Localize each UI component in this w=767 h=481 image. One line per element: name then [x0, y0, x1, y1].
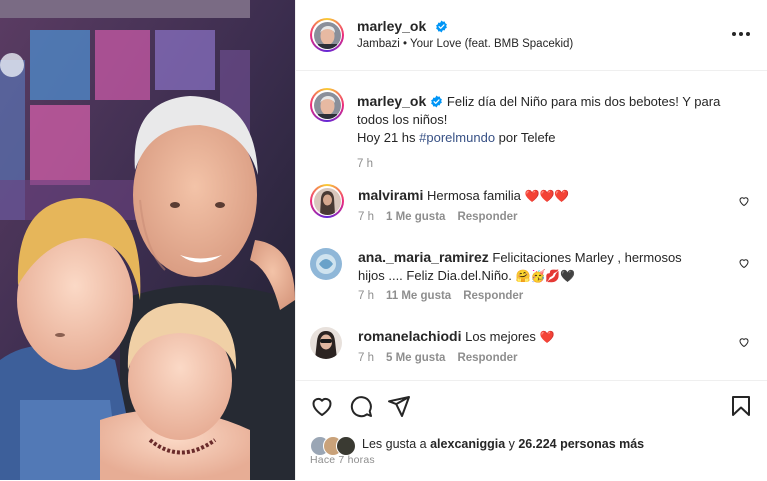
comment-icon[interactable]	[349, 394, 373, 418]
reply-button[interactable]: Responder	[457, 352, 517, 364]
post-image	[0, 0, 295, 480]
post-timestamp[interactable]: Hace 7 horas	[310, 454, 375, 466]
caption-line2-suffix: por Telefe	[495, 130, 556, 145]
heart-icon[interactable]	[738, 336, 750, 348]
comment-meta: 7 h 1 Me gusta Responder	[358, 211, 530, 223]
caption-username[interactable]: marley_ok	[357, 93, 426, 109]
save-icon[interactable]	[729, 394, 753, 418]
caption-line2-prefix: Hoy 21 hs	[357, 130, 420, 145]
likes-count[interactable]: 26.224 personas más	[518, 437, 644, 451]
heart-icon[interactable]	[738, 195, 750, 207]
comment-emoji: ❤️❤️❤️	[524, 189, 570, 203]
post-header: marley_ok Jambazi • Your Love (feat. BMB…	[296, 0, 767, 71]
commenter-avatar[interactable]	[310, 327, 342, 359]
comment-item: ana._maria_ramirez Felicitaciones Marley…	[310, 248, 750, 308]
comment-likes[interactable]: 5 Me gusta	[386, 352, 445, 364]
more-options-icon[interactable]	[729, 24, 753, 44]
heart-icon[interactable]	[310, 394, 334, 418]
author-avatar[interactable]	[310, 18, 344, 52]
reply-button[interactable]: Responder	[457, 211, 517, 223]
author-username[interactable]: marley_ok	[357, 18, 426, 34]
comment-username[interactable]: malvirami	[358, 187, 423, 203]
reply-button[interactable]: Responder	[463, 290, 523, 302]
comment-time[interactable]: 7 h	[358, 290, 374, 302]
likes-prefix: Les gusta a	[362, 437, 431, 451]
likes-user[interactable]: alexcaniggia	[430, 437, 505, 451]
comment-meta: 7 h 5 Me gusta Responder	[358, 352, 530, 364]
share-icon[interactable]	[387, 394, 411, 418]
caption-time[interactable]: 7 h	[357, 155, 742, 173]
comment-emoji: 🤗🥳💋🖤	[515, 269, 576, 283]
comment-item: romanelachiodi Los mejores ❤️ 7 h 5 Me gu…	[310, 327, 750, 369]
post-photo[interactable]	[0, 0, 295, 480]
caption-author-avatar[interactable]	[310, 88, 344, 122]
liker-avatars	[310, 435, 360, 456]
commenter-avatar[interactable]	[310, 184, 344, 218]
comment-time[interactable]: 7 h	[358, 352, 374, 364]
comment-emoji: ❤️	[539, 330, 555, 344]
post-actions: Les gusta a alexcaniggia y 26.224 person…	[296, 380, 767, 481]
heart-icon[interactable]	[738, 257, 750, 269]
caption-hashtag[interactable]: #porelmundo	[419, 130, 495, 145]
comment-meta: 7 h 11 Me gusta Responder	[358, 290, 535, 302]
comment-likes[interactable]: 1 Me gusta	[386, 211, 445, 223]
comment-likes[interactable]: 11 Me gusta	[386, 290, 451, 302]
verified-icon	[431, 95, 443, 108]
post-details-panel: marley_ok Jambazi • Your Love (feat. BMB…	[295, 0, 767, 480]
likes-middle: y	[505, 437, 519, 451]
comment-text: Hermosa familia	[427, 188, 521, 203]
comment-text: Los mejores	[465, 329, 536, 344]
likes-summary[interactable]: Les gusta a alexcaniggia y 26.224 person…	[310, 433, 644, 456]
comment-item: malvirami Hermosa familia ❤️❤️❤️ 7 h 1 Me…	[310, 184, 750, 232]
comment-time[interactable]: 7 h	[358, 211, 374, 223]
verified-icon	[435, 20, 447, 33]
comment-username[interactable]: romanelachiodi	[358, 328, 461, 344]
commenter-avatar[interactable]	[310, 248, 342, 280]
audio-track[interactable]: Jambazi • Your Love (feat. BMB Spacekid)	[357, 38, 573, 50]
comment-username[interactable]: ana._maria_ramirez	[358, 249, 489, 265]
